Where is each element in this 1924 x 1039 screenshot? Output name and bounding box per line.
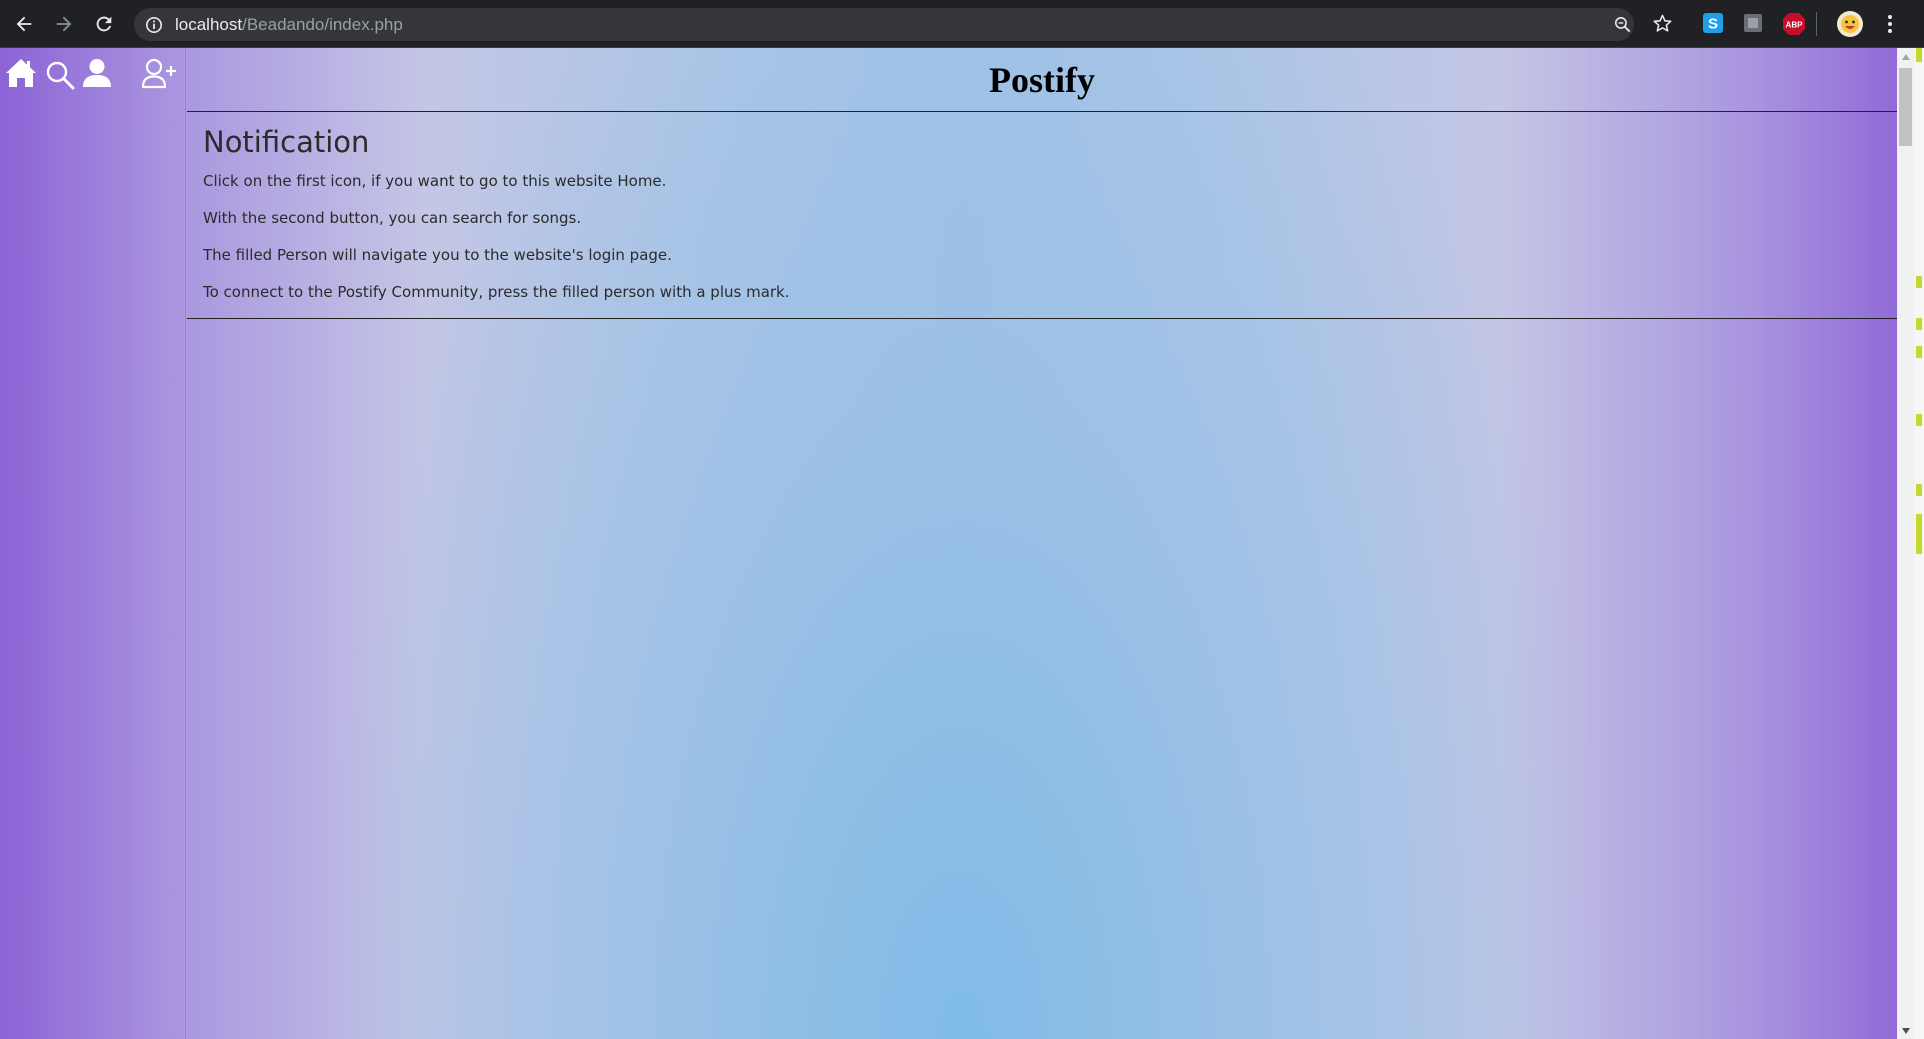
zoom-icon[interactable] (1613, 15, 1632, 38)
scroll-thumb[interactable] (1899, 68, 1912, 146)
toolbar-divider (1816, 12, 1817, 36)
scroll-overview-strip (1914, 48, 1924, 1039)
sidebar (0, 48, 186, 1039)
overview-mark (1916, 276, 1922, 288)
overview-mark (1916, 514, 1922, 554)
generic-extension-icon[interactable] (1742, 12, 1766, 36)
page-scrollbar[interactable] (1897, 48, 1914, 1039)
search-icon[interactable] (45, 60, 75, 94)
adblock-plus-icon[interactable]: ABP (1782, 12, 1806, 36)
login-person-icon[interactable] (82, 58, 112, 92)
site-header: Postify (187, 48, 1897, 112)
reload-button[interactable] (90, 10, 118, 38)
scroll-down-icon[interactable] (1897, 1022, 1914, 1039)
page-viewport: Postify Notification Click on the first … (0, 48, 1924, 1039)
main-content: Postify Notification Click on the first … (187, 48, 1897, 1039)
address-bar[interactable]: localhost/Beadando/index.php (134, 8, 1634, 41)
url-text: localhost/Beadando/index.php (175, 15, 403, 35)
overview-mark (1916, 484, 1922, 496)
browser-menu-button[interactable] (1876, 10, 1904, 38)
overview-mark (1916, 346, 1922, 358)
notification-line: Click on the first icon, if you want to … (203, 172, 667, 190)
svg-text:S: S (1708, 16, 1718, 33)
scroll-up-icon[interactable] (1897, 48, 1914, 65)
browser-toolbar: localhost/Beadando/index.php S ABP (0, 0, 1924, 48)
skype-icon[interactable]: S (1702, 12, 1726, 36)
kebab-menu-icon (1888, 15, 1892, 33)
back-arrow-icon (16, 16, 32, 32)
profile-avatar-icon[interactable] (1836, 10, 1864, 38)
notification-line: The filled Person will navigate you to t… (203, 246, 672, 264)
forward-arrow-icon (56, 16, 72, 32)
add-person-icon[interactable] (141, 58, 179, 94)
url-host: localhost (175, 15, 243, 34)
adblock-label: ABP (1786, 21, 1804, 30)
forward-button[interactable] (50, 10, 78, 38)
notification-panel: Notification Click on the first icon, if… (187, 112, 1897, 319)
url-path: /Beadando/index.php (242, 15, 403, 34)
overview-mark (1916, 318, 1922, 330)
reload-icon (96, 16, 112, 32)
notification-line: To connect to the Postify Community, pre… (203, 283, 790, 301)
site-info-icon[interactable] (145, 16, 163, 38)
notification-line: With the second button, you can search f… (203, 209, 582, 227)
overview-mark (1916, 414, 1922, 426)
overview-mark (1916, 48, 1922, 62)
site-title: Postify (989, 60, 1095, 100)
bookmark-star-icon[interactable] (1652, 13, 1673, 38)
back-button[interactable] (10, 10, 38, 38)
home-icon[interactable] (4, 56, 38, 94)
notification-heading: Notification (203, 125, 370, 159)
